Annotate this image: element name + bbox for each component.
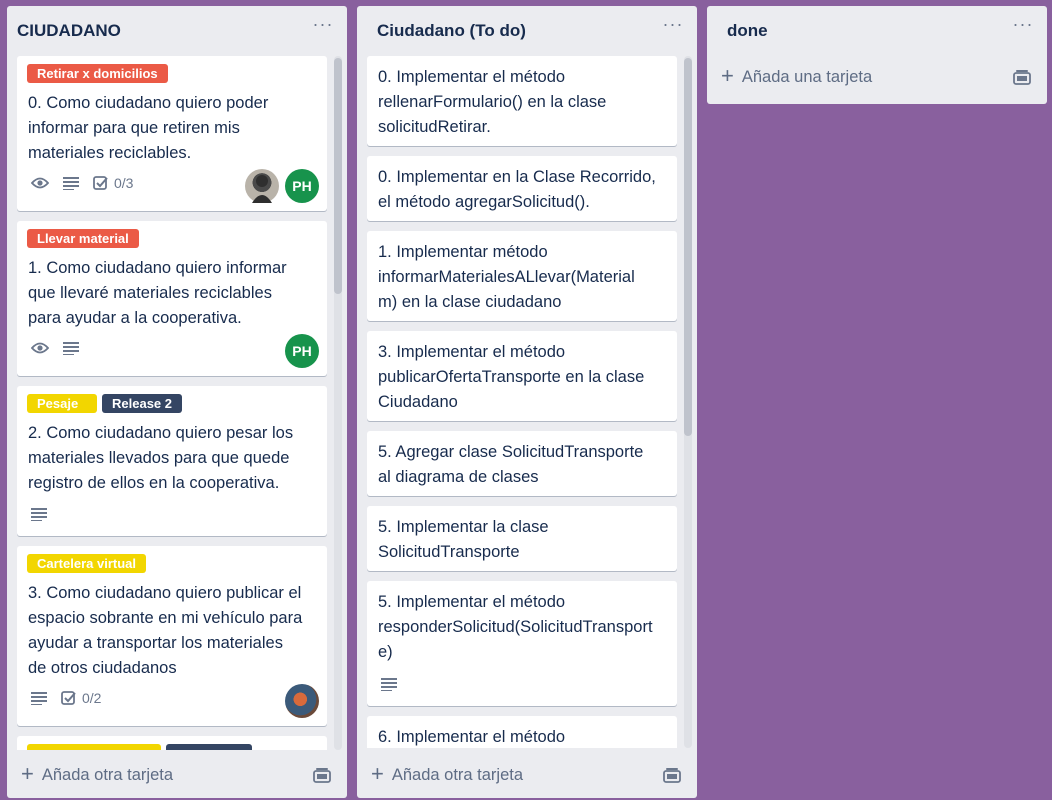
card-label[interactable] <box>27 744 161 750</box>
list-header: done ··· <box>707 6 1047 58</box>
member-avatar-ph[interactable]: PH <box>285 169 319 203</box>
card-label[interactable]: Cartelera virtual <box>27 554 146 573</box>
card-label[interactable] <box>166 744 252 750</box>
card-title: 5. Implementar la clase SolicitudTranspo… <box>378 518 549 561</box>
card-title: 6. Implementar el método <box>378 728 566 746</box>
card-template-icon[interactable] <box>1013 69 1031 90</box>
cards-container: 0. Implementar el método rellenarFormula… <box>357 56 697 748</box>
description-icon <box>63 341 79 355</box>
checklist-icon <box>93 176 108 190</box>
list-title[interactable]: CIUDADANO <box>17 21 121 41</box>
checklist-badge: 0/3 <box>93 175 133 191</box>
card-label[interactable]: Release 2 <box>102 394 182 413</box>
card-title: 1. Implementar método informarMateriales… <box>378 243 635 311</box>
list-done: done ··· + Añada una tarjeta <box>707 6 1047 104</box>
card-title: 0. Como ciudadano quiero poder informar … <box>28 94 269 162</box>
add-card-label: Añada otra tarjeta <box>41 765 174 784</box>
scrollbar-thumb[interactable] <box>684 58 692 436</box>
card-title: 0. Implementar el método rellenarFormula… <box>378 68 607 136</box>
list-menu-icon[interactable]: ··· <box>661 15 685 40</box>
card[interactable]: 1. Implementar método informarMateriales… <box>367 231 677 321</box>
description-icon <box>31 507 47 521</box>
watching-eye-icon <box>31 176 49 190</box>
card-label[interactable]: Pesaje <box>27 394 97 413</box>
checklist-icon <box>61 691 76 705</box>
list-scrollbar[interactable] <box>334 56 342 750</box>
list-menu-icon[interactable]: ··· <box>311 15 335 40</box>
watching-eye-icon <box>31 341 49 355</box>
card-title: 5. Implementar el método responderSolici… <box>378 593 653 661</box>
card[interactable]: Cartelera virtual 3. Como ciudadano quie… <box>17 546 327 726</box>
list-ciudadano: CIUDADANO ··· Retirar x domicilios 0. Co… <box>7 6 347 798</box>
card-title: 2. Como ciudadano quiero pesar los mater… <box>28 424 294 492</box>
add-card-button[interactable]: + Añada otra tarjeta <box>17 758 337 792</box>
card-partial[interactable]: 6. Implementar el método <box>367 716 677 748</box>
list-title[interactable]: Ciudadano (To do) <box>377 21 526 41</box>
card-title: 3. Implementar el método publicarOfertaT… <box>378 343 645 411</box>
card[interactable]: 3. Implementar el método publicarOfertaT… <box>367 331 677 421</box>
card[interactable]: Llevar material 1. Como ciudadano quiero… <box>17 221 327 376</box>
card[interactable]: 5. Implementar el método responderSolici… <box>367 581 677 706</box>
list-title[interactable]: done <box>727 21 768 41</box>
card-label[interactable]: Retirar x domicilios <box>27 64 168 83</box>
list-header: CIUDADANO ··· <box>7 6 347 58</box>
add-card-label: Añada una tarjeta <box>741 67 873 86</box>
card[interactable]: 0. Implementar en la Clase Recorrido, el… <box>367 156 677 221</box>
add-card-label: Añada otra tarjeta <box>391 765 524 784</box>
card-title: 5. Agregar clase SolicitudTransporte al … <box>378 443 644 486</box>
checklist-count: 0/2 <box>82 690 102 706</box>
checklist-count: 0/3 <box>114 175 134 191</box>
card-badges <box>31 338 93 358</box>
card[interactable]: 5. Implementar la clase SolicitudTranspo… <box>367 506 677 571</box>
plus-icon: + <box>721 63 734 88</box>
card[interactable]: Pesaje Release 2 2. Como ciudadano quier… <box>17 386 327 536</box>
card[interactable]: 0. Implementar el método rellenarFormula… <box>367 56 677 146</box>
card-title: 0. Implementar en la Clase Recorrido, el… <box>378 168 656 211</box>
card-template-icon[interactable] <box>663 767 681 788</box>
list-menu-icon[interactable]: ··· <box>1011 15 1035 40</box>
member-avatar-ph[interactable]: PH <box>285 334 319 368</box>
card-label[interactable]: Llevar material <box>27 229 139 248</box>
add-card-button[interactable]: + Añada una tarjeta <box>717 60 1037 94</box>
member-photo-avatar[interactable] <box>245 169 279 203</box>
plus-icon: + <box>371 761 384 786</box>
card-title: 3. Como ciudadano quiero publicar el esp… <box>28 584 303 677</box>
add-card-button[interactable]: + Añada otra tarjeta <box>367 758 687 792</box>
card-badges <box>381 674 411 694</box>
card[interactable]: 5. Agregar clase SolicitudTransporte al … <box>367 431 677 496</box>
card-badges <box>31 504 61 524</box>
member-photo-avatar[interactable] <box>285 684 319 718</box>
card-template-icon[interactable] <box>313 767 331 788</box>
plus-icon: + <box>21 761 34 786</box>
cards-container: Retirar x domicilios 0. Como ciudadano q… <box>7 56 347 750</box>
description-icon <box>63 176 79 190</box>
card-badges: 0/3 <box>31 173 147 193</box>
list-scrollbar[interactable] <box>684 56 692 748</box>
description-icon <box>381 677 397 691</box>
card[interactable]: Retirar x domicilios 0. Como ciudadano q… <box>17 56 327 211</box>
card-title: 1. Como ciudadano quiero informar que ll… <box>28 259 287 327</box>
checklist-badge: 0/2 <box>61 690 101 706</box>
scrollbar-thumb[interactable] <box>334 58 342 294</box>
list-header: Ciudadano (To do) ··· <box>357 6 697 58</box>
description-icon <box>31 691 47 705</box>
list-ciudadano-todo: Ciudadano (To do) ··· 0. Implementar el … <box>357 6 697 798</box>
card-badges: 0/2 <box>31 688 115 708</box>
card-partial[interactable] <box>17 736 327 750</box>
